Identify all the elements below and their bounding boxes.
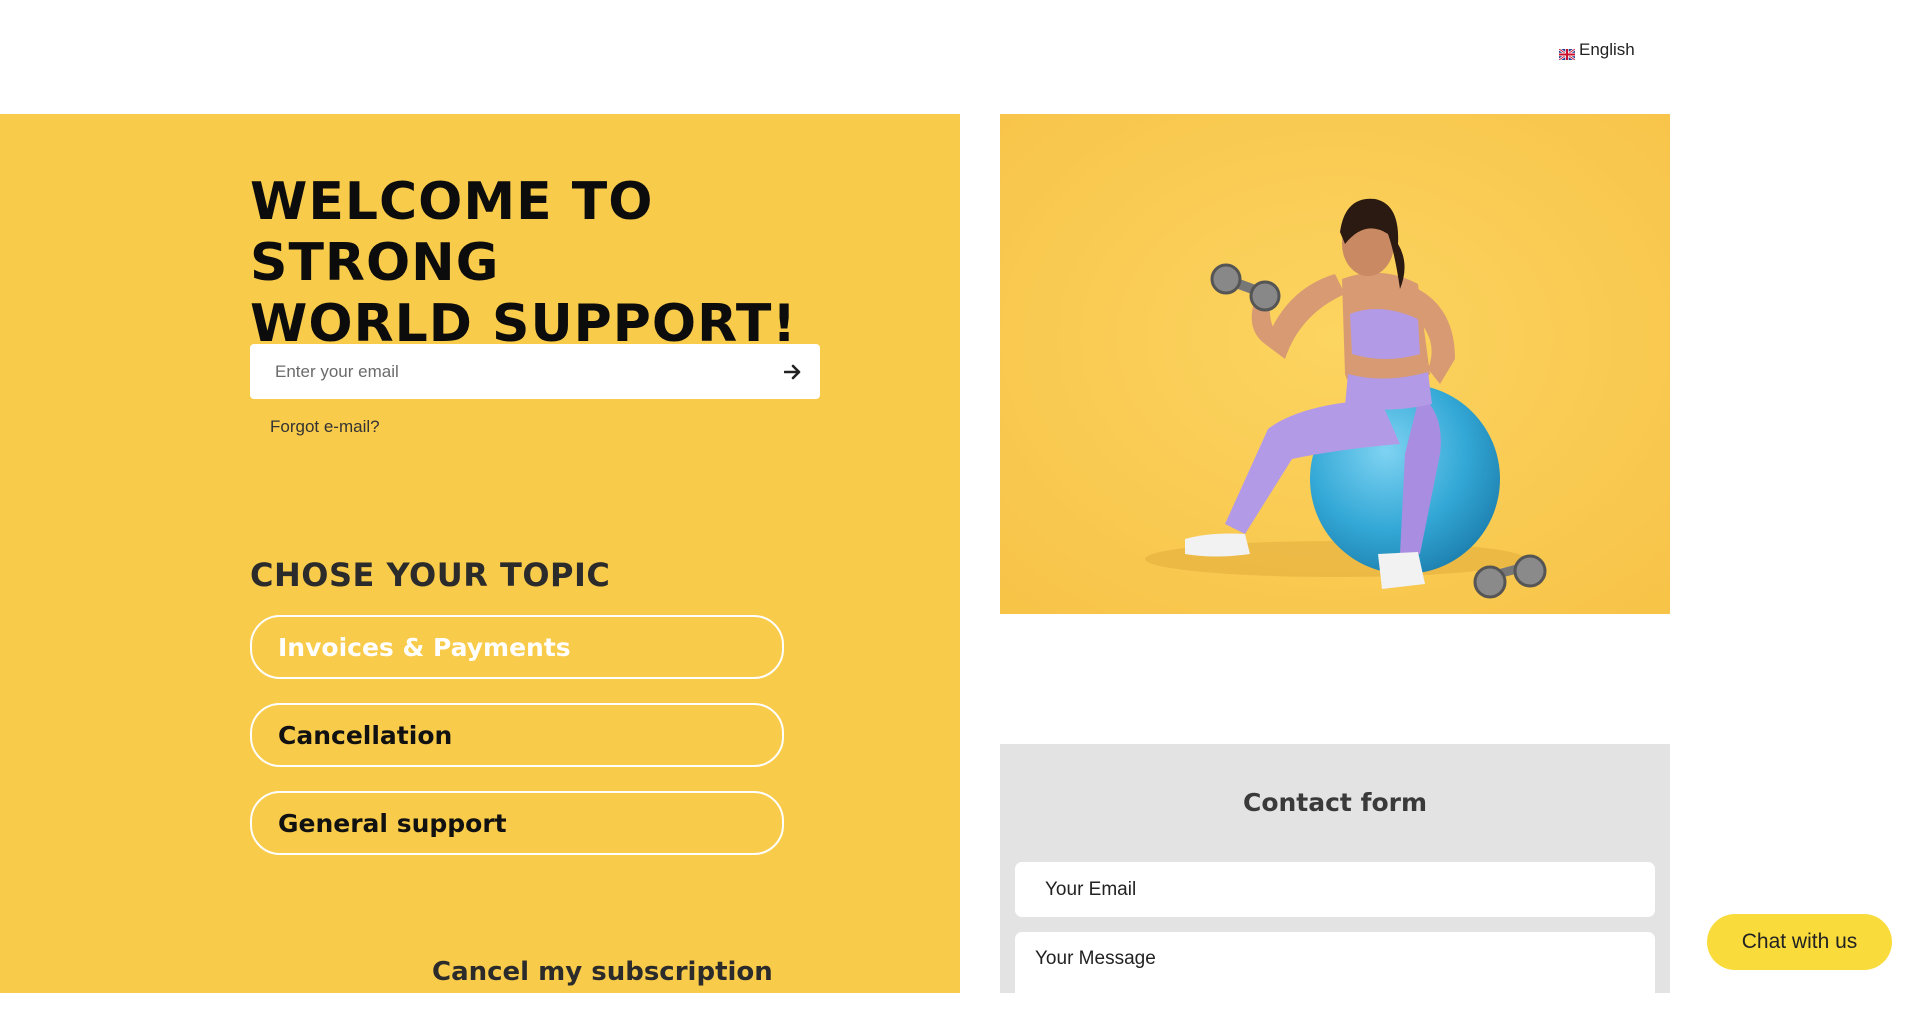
topic-invoices-payments-button[interactable]: Invoices & Payments: [250, 615, 784, 679]
contact-form-title: Contact form: [1242, 788, 1428, 817]
contact-message-input[interactable]: [1015, 932, 1655, 1012]
arrow-right-icon: [784, 364, 801, 379]
forgot-email-link[interactable]: Forgot e-mail?: [270, 417, 380, 437]
email-lookup-form: [250, 344, 820, 399]
contact-form: Contact form: [1000, 744, 1670, 1012]
uk-flag-icon: [1558, 45, 1576, 61]
page-title: WELCOME TO STRONG WORLD SUPPORT!: [250, 172, 797, 354]
chat-with-us-button[interactable]: Chat with us: [1707, 914, 1892, 970]
submit-email-button[interactable]: [766, 344, 820, 399]
topic-general-support-button[interactable]: General support: [250, 791, 784, 855]
language-label: English: [1579, 40, 1635, 59]
topic-heading: CHOSE YOUR TOPIC: [250, 556, 611, 594]
email-input[interactable]: [250, 344, 766, 399]
hero-image: [1000, 114, 1670, 614]
language-selector[interactable]: English: [1558, 40, 1635, 61]
contact-email-input[interactable]: [1015, 862, 1655, 917]
cancel-subscription-link[interactable]: Cancel my subscription: [432, 957, 773, 987]
topic-cancellation-button[interactable]: Cancellation: [250, 703, 784, 767]
